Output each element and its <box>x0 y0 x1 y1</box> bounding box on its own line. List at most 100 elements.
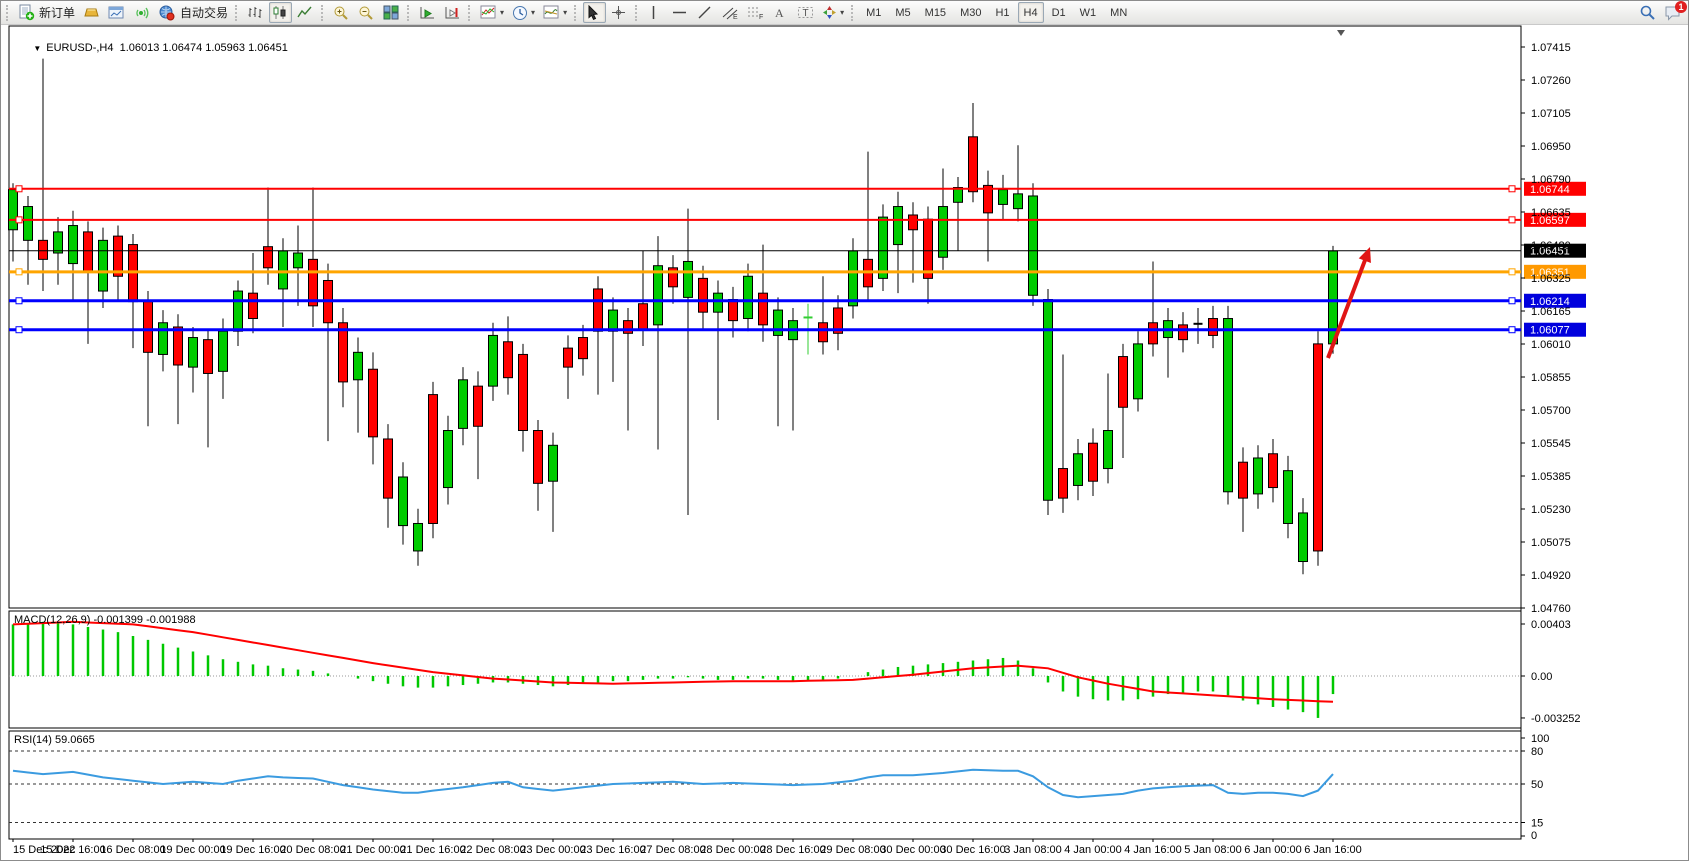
price-tick: 1.05075 <box>1531 537 1571 549</box>
crosshair-icon <box>611 5 626 20</box>
chevron-down-icon[interactable]: ▾ <box>563 8 567 17</box>
zoom-in-button[interactable] <box>330 2 353 23</box>
timeframe-d1-button[interactable]: D1 <box>1046 2 1072 23</box>
chart-window: 1.067441.065971.064511.063511.062141.060… <box>1 25 1689 861</box>
button-label: W1 <box>1080 7 1097 19</box>
text-icon: A <box>772 5 786 20</box>
svg-text:A: A <box>775 6 784 20</box>
templates-icon <box>543 5 560 20</box>
date-tick: 28 Dec 00:00 <box>700 844 765 856</box>
periods-button[interactable]: ▾ <box>509 2 538 23</box>
toolbar-separator <box>635 5 640 21</box>
label-tool-button[interactable]: T <box>794 2 817 23</box>
toolbar-separator <box>468 5 473 21</box>
price-tick: 1.07105 <box>1531 108 1571 120</box>
timeframe-mn-button[interactable]: MN <box>1104 2 1133 23</box>
svg-text:0.00: 0.00 <box>1531 671 1552 683</box>
chart-shift-button[interactable] <box>441 2 464 23</box>
new-chart-button[interactable] <box>105 2 128 23</box>
toolbar-group: ▾ ▾ ▾ <box>476 1 571 25</box>
new-order-button[interactable]: 新订单 <box>15 2 78 23</box>
crosshair-tool-button[interactable] <box>608 2 631 23</box>
price-tick: 1.04760 <box>1531 603 1571 615</box>
templates-button[interactable]: ▾ <box>540 2 570 23</box>
signals-button[interactable] <box>130 2 153 23</box>
fibonacci-tool-button[interactable]: F <box>744 2 767 23</box>
text-tool-button[interactable]: A <box>769 2 792 23</box>
clock-icon <box>512 5 528 21</box>
timeframe-m1-button[interactable]: M1 <box>860 2 887 23</box>
chart-title-collapse-icon[interactable]: ▼ <box>33 44 41 53</box>
button-label: MN <box>1110 7 1127 19</box>
tile-icon <box>383 5 399 20</box>
timeframe-h4-button[interactable]: H4 <box>1018 2 1044 23</box>
line-chart-button[interactable] <box>294 2 317 23</box>
gold-icon <box>83 5 100 20</box>
chart-title: ▼EURUSD-,H4 1.06013 1.06474 1.05963 1.06… <box>15 30 288 66</box>
timeframe-m15-button[interactable]: M15 <box>919 2 952 23</box>
svg-text:T: T <box>803 8 809 19</box>
toolbar-separator <box>407 5 412 21</box>
svg-text:1.06077: 1.06077 <box>1530 325 1570 337</box>
chart-window-icon <box>108 5 125 20</box>
bar-chart-button[interactable] <box>244 2 267 23</box>
svg-text:50: 50 <box>1531 779 1543 791</box>
zoom-out-button[interactable] <box>355 2 378 23</box>
date-tick: 5 Jan 08:00 <box>1184 844 1242 856</box>
price-tick: 1.06325 <box>1531 273 1571 285</box>
trendline-tool-button[interactable] <box>694 2 717 23</box>
horizontal-line-tool-button[interactable] <box>669 2 692 23</box>
autoscroll-icon <box>419 5 436 20</box>
toolbar-group: 新订单 自动交易 <box>14 1 232 25</box>
price-tick: 1.05385 <box>1531 471 1571 483</box>
date-tick: 28 Dec 16:00 <box>760 844 825 856</box>
arrows-icon <box>822 5 837 20</box>
price-tick: 1.06790 <box>1531 174 1571 186</box>
svg-text:0: 0 <box>1531 830 1537 842</box>
notifications-button[interactable]: 1 <box>1661 2 1685 23</box>
market-watch-button[interactable] <box>80 2 103 23</box>
price-tick: 1.05855 <box>1531 372 1571 384</box>
search-button[interactable] <box>1636 2 1659 23</box>
toolbar-group <box>243 1 318 25</box>
button-label: D1 <box>1052 7 1066 19</box>
date-tick: 30 Dec 16:00 <box>940 844 1005 856</box>
time-axis[interactable]: 15 Dec 202215 Dec 16:0016 Dec 08:0019 De… <box>13 839 1362 856</box>
search-icon <box>1639 4 1656 21</box>
timeframe-m5-button[interactable]: M5 <box>889 2 916 23</box>
date-tick: 15 Dec 16:00 <box>40 844 105 856</box>
channel-tool-button[interactable]: E <box>719 2 742 23</box>
date-tick: 21 Dec 16:00 <box>400 844 465 856</box>
shift-icon <box>444 5 461 20</box>
timeframe-m30-button[interactable]: M30 <box>954 2 987 23</box>
cursor-icon <box>586 5 600 20</box>
date-tick: 6 Jan 00:00 <box>1244 844 1302 856</box>
autoscroll-button[interactable] <box>416 2 439 23</box>
zoom-out-icon <box>358 5 374 21</box>
notification-badge: 1 <box>1675 1 1687 13</box>
chevron-down-icon[interactable]: ▾ <box>500 8 504 17</box>
fibo-icon: F <box>747 5 764 20</box>
tile-windows-button[interactable] <box>380 2 403 23</box>
chevron-down-icon[interactable]: ▾ <box>531 8 535 17</box>
toolbar-group <box>329 1 404 25</box>
button-label: H4 <box>1024 7 1038 19</box>
date-tick: 30 Dec 00:00 <box>880 844 945 856</box>
date-tick: 22 Dec 08:00 <box>460 844 525 856</box>
button-label: H1 <box>995 7 1009 19</box>
svg-text:E: E <box>733 14 738 20</box>
arrows-tool-button[interactable]: ▾ <box>819 2 847 23</box>
svg-text:100: 100 <box>1531 733 1549 745</box>
timeframe-w1-button[interactable]: W1 <box>1074 2 1103 23</box>
vertical-line-tool-button[interactable] <box>644 2 667 23</box>
candlestick-chart-button[interactable] <box>269 2 292 23</box>
chevron-down-icon[interactable]: ▾ <box>840 8 844 17</box>
indicators-button[interactable]: ▾ <box>477 2 507 23</box>
chart-canvas[interactable]: 1.067441.065971.064511.063511.062141.060… <box>1 25 1689 861</box>
timeframe-h1-button[interactable]: H1 <box>989 2 1015 23</box>
cursor-tool-button[interactable] <box>583 2 606 23</box>
date-tick: 27 Dec 08:00 <box>640 844 705 856</box>
date-tick: 16 Dec 08:00 <box>100 844 165 856</box>
autotrade-button[interactable]: 自动交易 <box>155 2 231 23</box>
toolbar-separator <box>6 5 11 21</box>
